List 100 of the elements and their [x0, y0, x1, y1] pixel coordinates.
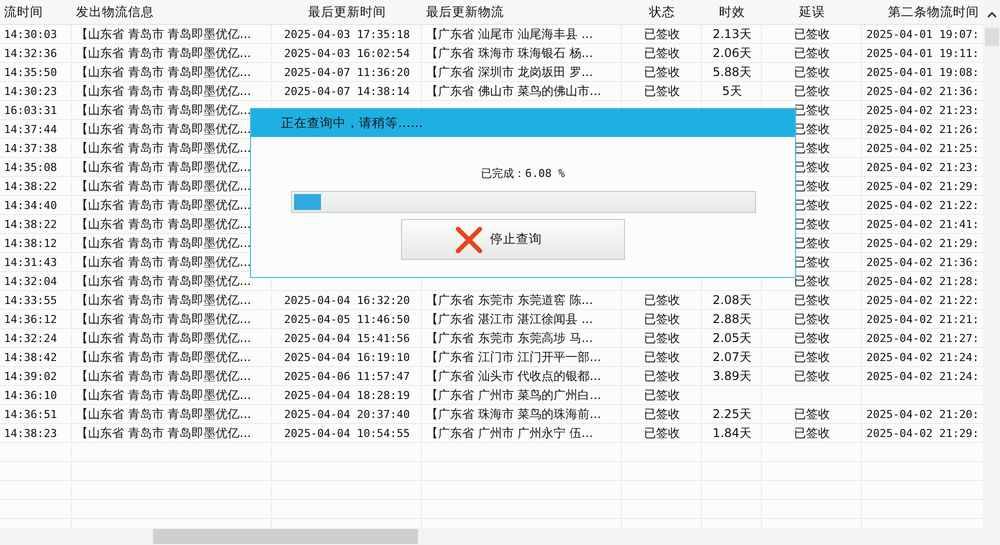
table-cell-text: 【山东省 青岛市 青岛即墨优亿... [75, 159, 252, 176]
table-cell-text: 已签收 [793, 349, 831, 366]
column-header[interactable]: 延误 [762, 0, 862, 24]
table-cell-text: 2.08天 [712, 292, 752, 309]
cross-icon [454, 224, 484, 254]
scroll-up-icon[interactable] [986, 10, 996, 20]
table-cell-text: 2025-04-02 21:24: [865, 369, 980, 385]
table-cell-text: 5天 [721, 83, 743, 100]
table-cell-text: 14:38:12 [3, 236, 58, 252]
table-cell-text: 【山东省 青岛市 青岛即墨优亿... [75, 26, 252, 43]
table-cell-text: 14:35:50 [3, 65, 58, 81]
table-cell-text: 【广东省 深圳市 龙岗坂田 罗... [425, 64, 594, 81]
column-header[interactable]: 最后更新物流 [422, 0, 622, 24]
table-cell-text: 已签收 [643, 330, 681, 347]
table-cell-text: 2025-04-07 11:36:20 [283, 65, 411, 81]
table-cell-text: 14:30:03 [3, 27, 58, 43]
table-cell-text: 14:34:40 [3, 198, 58, 214]
table-cell-text: 2.88天 [712, 311, 752, 328]
scrollbar-thumb[interactable] [153, 529, 418, 544]
table-cell-text: 【山东省 青岛市 青岛即墨优亿... [75, 406, 252, 423]
table-cell-text: 2025-04-02 21:23: [865, 160, 980, 176]
column-header[interactable]: 状态 [622, 0, 702, 24]
table-cell-text: 2025-04-04 10:54:55 [283, 426, 411, 442]
table-cell-text: 【广东省 汕头市 代收点的银都... [425, 368, 602, 385]
table-cell-text: 【山东省 青岛市 青岛即墨优亿... [75, 349, 252, 366]
table-cell-text: 【山东省 青岛市 青岛即墨优亿... [75, 64, 252, 81]
table-cell-text: 【山东省 青岛市 青岛即墨优亿... [75, 292, 252, 309]
table-cell-text: 已签收 [793, 406, 831, 423]
table-cell-text: 2025-04-04 18:28:19 [283, 388, 411, 404]
table-cell-text: 14:35:08 [3, 160, 58, 176]
table-cell-text: 14:32:24 [3, 331, 58, 347]
table-cell-text: 14:36:10 [3, 388, 58, 404]
table-cell-text: 1.84天 [712, 425, 752, 442]
column-header[interactable]: 时效 [702, 0, 762, 24]
table-cell-text: 已签收 [643, 349, 681, 366]
stop-button[interactable]: 停止查询 [401, 219, 625, 260]
table-cell-text: 14:38:22 [3, 217, 58, 233]
table-cell-text: 已签收 [793, 273, 831, 290]
table-cell-text: 2025-04-02 21:25: [865, 141, 980, 157]
table-cell-text: 14:32:36 [3, 46, 58, 62]
table-cell-text: 已签收 [793, 292, 831, 309]
table-cell-text: 【山东省 青岛市 青岛即墨优亿... [75, 102, 252, 119]
table-cell-text: 14:37:38 [3, 141, 58, 157]
table-cell-text: 2.07天 [712, 349, 752, 366]
table-cell-text: 14:31:43 [3, 255, 58, 271]
dialog-title: 正在查询中，请稍等…… [251, 109, 795, 137]
horizontal-scrollbar[interactable] [0, 528, 1000, 545]
table-cell-text: 2025-04-02 21:22: [865, 293, 980, 309]
table-cell-text: 2025-04-02 21:27: [865, 331, 980, 347]
table-cell-text: 3.89天 [712, 368, 752, 385]
scrollbar-thumb[interactable] [984, 28, 998, 46]
table-cell-text: 已签收 [793, 425, 831, 442]
table-cell-text: 已签收 [643, 311, 681, 328]
table-cell-text: 2025-04-02 21:36: [865, 84, 980, 100]
table-cell-text: 2025-04-02 21:28: [865, 274, 980, 290]
table-cell-text: 【广东省 东莞市 东莞高埗 马... [425, 330, 594, 347]
table-cell-text: 已签收 [643, 387, 681, 404]
table-cell-text: 已签收 [793, 311, 831, 328]
table-cell-text: 2025-04-04 15:41:56 [283, 331, 411, 347]
table-cell-text: 2025-04-01 19:07: [865, 27, 980, 43]
table-cell-text: 已签收 [643, 26, 681, 43]
table-cell-text: 已签收 [643, 64, 681, 81]
column-header[interactable]: 最后更新时间 [272, 0, 422, 24]
vertical-scrollbar[interactable] [983, 0, 1000, 528]
table-cell-text: 【山东省 青岛市 青岛即墨优亿... [75, 330, 252, 347]
table-cell-text: 【山东省 青岛市 青岛即墨优亿... [75, 83, 252, 100]
column-header[interactable]: 发出物流信息 [72, 0, 272, 24]
table-cell-text: 【广东省 江门市 江门开平一部... [425, 349, 602, 366]
table-cell-text: 【山东省 青岛市 青岛即墨优亿... [75, 368, 252, 385]
table-cell-text: 2025-04-02 21:41: [865, 217, 980, 233]
table-cell-text: 2.25天 [712, 406, 752, 423]
table-cell-text: 2025-04-04 16:19:10 [283, 350, 411, 366]
table-cell-text: 14:36:12 [3, 312, 58, 328]
table-cell-text: 已签收 [793, 64, 831, 81]
table-cell-text: 5.88天 [712, 64, 752, 81]
table-cell-text: 已签收 [793, 330, 831, 347]
table-cell-text: 14:38:23 [3, 426, 58, 442]
table-cell-text: 2025-04-02 21:24: [865, 350, 980, 366]
table-cell-text: 2025-04-05 11:46:50 [283, 312, 411, 328]
table-cell-text: 【山东省 青岛市 青岛即墨优亿... [75, 121, 252, 138]
table-cell-text: 已签收 [793, 368, 831, 385]
table-cell-text: 【山东省 青岛市 青岛即墨优亿... [75, 197, 252, 214]
table-cell-text: 【广东省 汕尾市 汕尾海丰县 ... [425, 26, 594, 43]
table-cell-text: 14:33:55 [3, 293, 58, 309]
table-cell-text: 2025-04-04 16:32:20 [283, 293, 411, 309]
table-cell-text: 2025-04-03 17:35:18 [283, 27, 411, 43]
table-cell-text: 2025-04-02 21:26: [865, 122, 980, 138]
column-header[interactable]: 第二条物流时间 [862, 0, 983, 24]
table-cell-text: 14:38:42 [3, 350, 58, 366]
table-cell-text: 2025-04-02 21:29: [865, 426, 980, 442]
table-cell-text: 【山东省 青岛市 青岛即墨优亿... [75, 254, 252, 271]
column-header[interactable]: 流时间 [0, 0, 72, 24]
table-cell-text: 2025-04-02 21:22: [865, 198, 980, 214]
table-cell-text: 【广东省 广州市 菜鸟的广州白... [425, 387, 602, 404]
table-cell-text: 14:38:22 [3, 179, 58, 195]
table-cell-text: 14:36:51 [3, 407, 58, 423]
table-cell-text: 已签收 [793, 26, 831, 43]
table-cell-text: 已签收 [793, 45, 831, 62]
table-cell-text: 2025-04-02 21:20: [865, 407, 980, 423]
table-cell-text: 2.13天 [712, 26, 752, 43]
